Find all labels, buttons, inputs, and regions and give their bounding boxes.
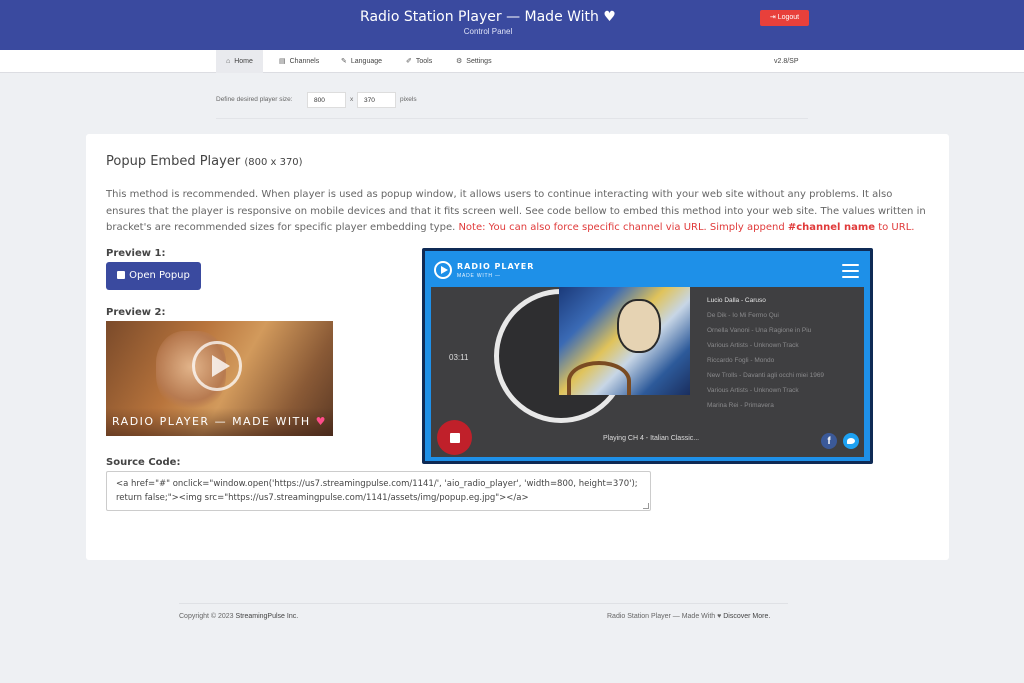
external-link-icon	[117, 271, 126, 279]
main-nav: ⌂ Home ▤ Channels ✎ Language ✐ Tools ⚙ Settin…	[0, 50, 1024, 73]
artwork-wheel	[567, 361, 631, 395]
player-height-input[interactable]	[357, 92, 396, 108]
card-description: This method is recommended. When player …	[106, 189, 926, 233]
player-body: 03:11 Lucio Dalla - Caruso De Dik - Io M…	[431, 287, 864, 457]
list-item: Marina Rei - Primavera	[707, 402, 774, 409]
list-item: De Dik - Io Mi Fermo Qui	[707, 312, 779, 319]
card-title-size: (800 x 370)	[244, 157, 303, 168]
now-playing-text: Playing CH 4 - Italian Classic...	[603, 435, 700, 442]
list-item: Lucio Dalla - Caruso	[707, 297, 766, 304]
version-label: v2.8/SP	[774, 58, 799, 65]
size-separator: x	[350, 96, 354, 103]
channels-icon: ▤	[279, 58, 286, 65]
nav-item-settings[interactable]: ⚙ Settings	[446, 50, 502, 73]
logout-icon: ⇥	[769, 14, 776, 21]
app-title: Radio Station Player — Made With ♥	[360, 9, 616, 25]
heart-icon: ♥	[717, 613, 722, 620]
list-item: Various Artists - Unknown Track	[707, 387, 799, 394]
heart-icon: ♥	[315, 415, 327, 428]
language-icon: ✎	[341, 58, 347, 65]
size-unit: pixels	[400, 96, 417, 103]
open-popup-button[interactable]: Open Popup	[106, 262, 201, 290]
app-subtitle: Control Panel	[463, 27, 513, 36]
home-icon: ⌂	[226, 58, 231, 65]
hamburger-menu-icon[interactable]	[842, 264, 859, 278]
embedded-player-preview: RADIO PLAYER MADE WITH — 03:11 Lucio Dal…	[422, 248, 873, 464]
embed-card: Popup Embed Player (800 x 370) This meth…	[86, 134, 949, 560]
list-item: Riccardo Fogli - Mondo	[707, 357, 775, 364]
player-frame: RADIO PLAYER MADE WITH — 03:11 Lucio Dal…	[425, 251, 870, 461]
track-history-list: Lucio Dalla - Caruso De Dik - Io Mi Ferm…	[707, 293, 857, 413]
resize-grip-icon[interactable]	[643, 503, 649, 509]
list-item: Various Artists - Unknown Track	[707, 342, 799, 349]
nav-item-tools[interactable]: ✐ Tools	[396, 50, 442, 73]
facebook-icon[interactable]: f	[821, 433, 837, 449]
preview2-caption: RADIO PLAYER — MADE WITH ♥	[106, 408, 333, 436]
company-link[interactable]: StreamingPulse Inc.	[236, 613, 299, 620]
list-item: New Trolls - Davanti agli occhi miei 196…	[707, 372, 825, 379]
preview1-label: Preview 1:	[106, 248, 166, 259]
logout-label: Logout	[777, 14, 800, 21]
player-logo-icon	[434, 261, 452, 279]
channel-hash: #channel name	[787, 222, 876, 233]
card-title: Popup Embed Player (800 x 370)	[106, 154, 303, 169]
gear-icon: ⚙	[456, 58, 463, 65]
nav-item-channels[interactable]: ▤ Channels	[269, 50, 329, 73]
nav-item-language[interactable]: ✎ Language	[331, 50, 392, 73]
heart-icon: ♥	[603, 9, 616, 25]
stop-button[interactable]	[437, 420, 472, 455]
player-size-label: Define desired player size:	[216, 96, 293, 103]
divider	[216, 118, 808, 119]
app-header: Radio Station Player — Made With ♥ Contr…	[0, 0, 1024, 50]
footer-credits: Radio Station Player — Made With ♥ Disco…	[607, 613, 771, 620]
source-code-textarea[interactable]: <a href="#" onclick="window.open('https:…	[106, 471, 651, 511]
track-time: 03:11	[449, 353, 469, 362]
footer-divider	[179, 603, 788, 604]
album-artwork	[559, 287, 690, 395]
list-item: Ornella Vanoni - Una Ragione in Piu	[707, 327, 812, 334]
player-width-input[interactable]	[307, 92, 346, 108]
player-brand-sub: MADE WITH —	[457, 273, 501, 279]
preview2-label: Preview 2:	[106, 307, 166, 318]
nav-item-home[interactable]: ⌂ Home	[216, 50, 263, 73]
play-icon	[192, 341, 242, 391]
twitter-icon[interactable]	[843, 433, 859, 449]
preview2-image[interactable]: RADIO PLAYER — MADE WITH ♥	[106, 321, 333, 436]
discover-more-link[interactable]: Discover More.	[723, 613, 770, 620]
artwork-figure	[617, 299, 661, 353]
logout-button[interactable]: ⇥ Logout	[760, 10, 809, 26]
player-brand: RADIO PLAYER	[457, 262, 535, 271]
source-code-label: Source Code:	[106, 457, 181, 468]
channel-note: Note: You can also force specific channe…	[458, 222, 788, 233]
tools-icon: ✐	[406, 58, 412, 65]
footer-copyright: Copyright © 2023 StreamingPulse Inc.	[179, 613, 299, 620]
